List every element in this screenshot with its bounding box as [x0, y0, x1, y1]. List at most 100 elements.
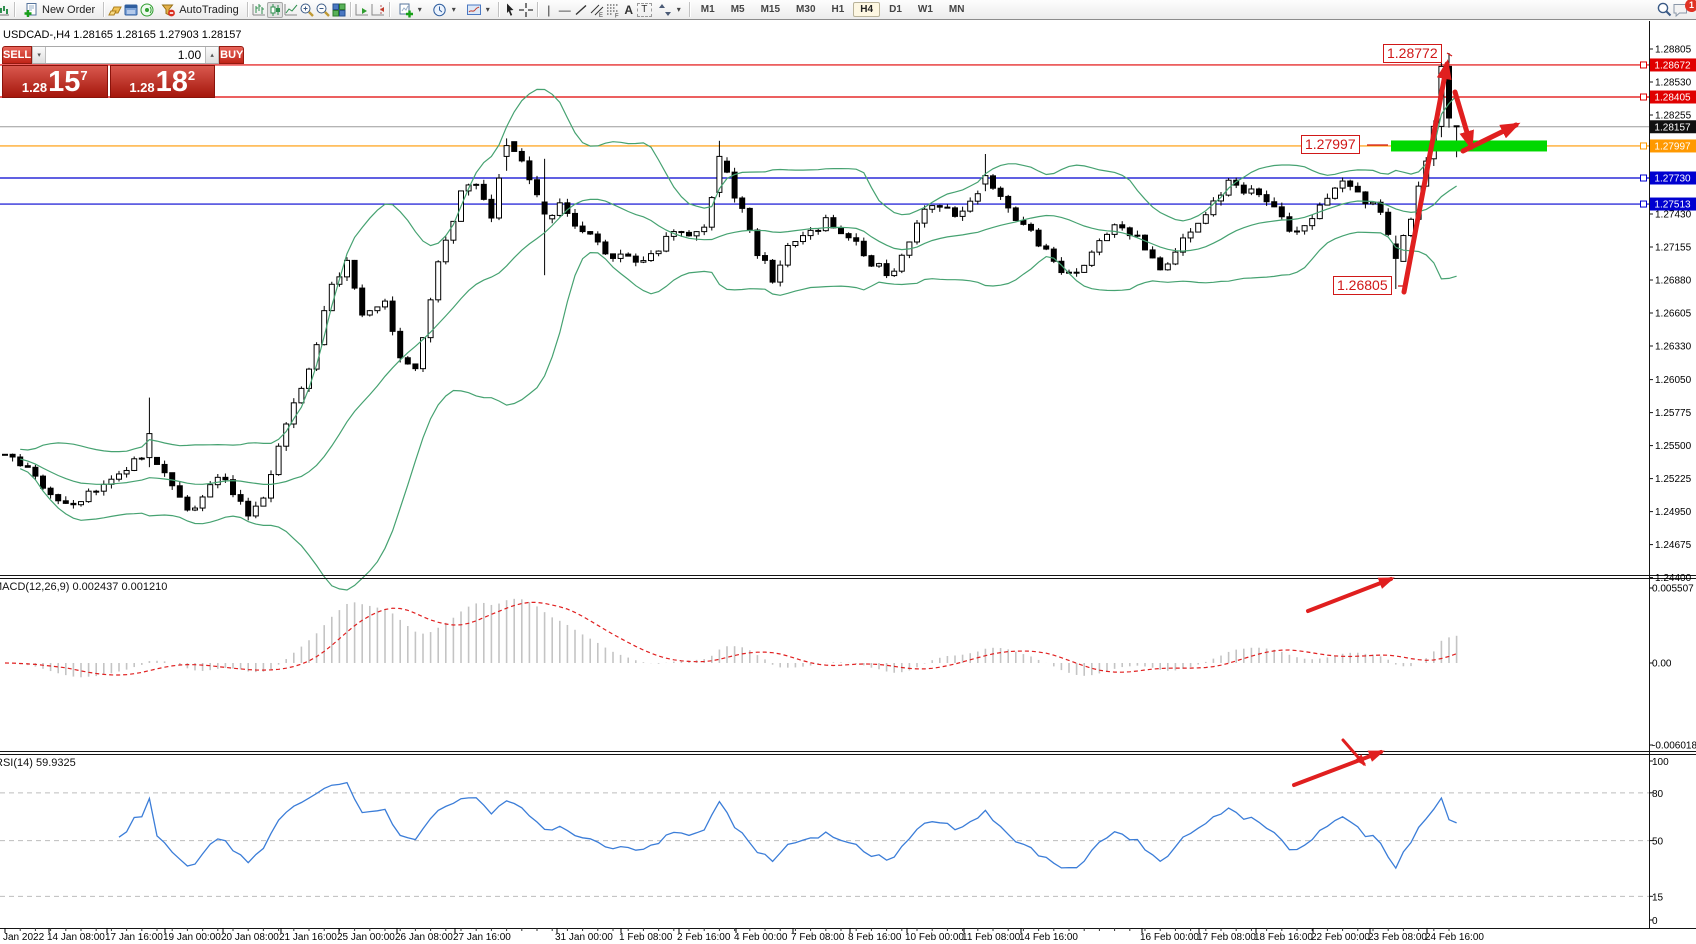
- level-anchor[interactable]: [1641, 143, 1647, 149]
- time-tick-label: 4 Feb 00:00: [734, 932, 788, 943]
- chart-canvas[interactable]: 1.288051.285301.282551.274301.271551.268…: [0, 0, 1696, 944]
- arrows-shape-icon: [657, 2, 673, 18]
- rsi-pane: [0, 783, 1649, 897]
- dropdown-caret-icon: ▾: [677, 5, 681, 14]
- sell-price-big: 15: [48, 70, 80, 95]
- chart-shift-icon[interactable]: [370, 2, 386, 18]
- gold-symbols-icon[interactable]: [107, 2, 123, 18]
- price-tick-label: 1.25775: [1655, 408, 1692, 419]
- time-tick-label: 31 Jan 00:00: [555, 932, 613, 943]
- cursor-icon[interactable]: [502, 2, 518, 18]
- tile-windows-icon[interactable]: [331, 2, 347, 18]
- price-callout-low[interactable]: 1.26805: [1333, 276, 1392, 295]
- price-callout-zone[interactable]: 1.27997: [1301, 135, 1360, 154]
- volume-down-button[interactable]: ▾: [32, 47, 46, 63]
- vertical-line-icon[interactable]: |: [541, 2, 557, 18]
- rsi-label: RSI(14) 59.9325: [0, 757, 76, 769]
- autotrading-icon: [160, 2, 176, 18]
- separator: [103, 2, 104, 17]
- main-toolbar: New Order AutoTrading: [0, 0, 1696, 20]
- zoom-out-icon[interactable]: [315, 2, 331, 18]
- timeframe-m15[interactable]: M15: [754, 2, 787, 17]
- buy-price-box[interactable]: 1.28 18 2: [110, 65, 216, 98]
- svg-text:50: 50: [1652, 837, 1664, 848]
- sell-price-sup: 7: [80, 69, 87, 82]
- timeframe-h1[interactable]: H1: [825, 2, 852, 17]
- shapes-button[interactable]: ▾: [652, 1, 686, 19]
- macd-axis: 0.0055070.00-0.006018: [1649, 584, 1696, 752]
- svg-text:0: 0: [1652, 916, 1658, 927]
- price-tick-label: 1.28805: [1655, 45, 1692, 56]
- new-order-button[interactable]: New Order: [18, 1, 100, 19]
- zoom-in-icon[interactable]: [299, 2, 315, 18]
- crosshair-icon[interactable]: [518, 2, 534, 18]
- time-tick-label: 11 Feb 08:00: [962, 932, 1021, 943]
- channel-icon[interactable]: E: [589, 2, 605, 18]
- level-anchor[interactable]: [1641, 175, 1647, 181]
- horizontal-line-icon[interactable]: —: [557, 2, 573, 18]
- svg-text:0.005507: 0.005507: [1652, 584, 1694, 595]
- level-anchor[interactable]: [1641, 62, 1647, 68]
- time-tick-label: 25 Jan 00:00: [337, 932, 395, 943]
- macd-arrow[interactable]: [1308, 579, 1391, 611]
- time-tick-label: 1 Feb 08:00: [619, 932, 673, 943]
- price-tick-label: 1.28530: [1655, 78, 1692, 89]
- timeframe-m1[interactable]: M1: [694, 2, 722, 17]
- period-button[interactable]: ▾: [427, 1, 461, 19]
- timeframe-w1[interactable]: W1: [911, 2, 940, 17]
- price-tick-label: 1.24950: [1655, 507, 1692, 518]
- search-icon[interactable]: [1656, 2, 1672, 18]
- timeframe-d1[interactable]: D1: [882, 2, 909, 17]
- timeframe-m30[interactable]: M30: [789, 2, 822, 17]
- level-anchor[interactable]: [1641, 94, 1647, 100]
- line-chart-icon[interactable]: [283, 2, 299, 18]
- chart-window-icon[interactable]: [0, 2, 11, 18]
- time-tick-label: 18 Feb 16:00: [1254, 932, 1313, 943]
- time-tick-label: Jan 2022: [3, 932, 45, 943]
- level-anchor[interactable]: [1641, 201, 1647, 207]
- price-callout-high[interactable]: 1.28772: [1383, 44, 1442, 63]
- fibonacci-icon[interactable]: F: [605, 2, 621, 18]
- separator: [247, 2, 248, 17]
- chart-ohlc-header: USDCAD-,H4 1.28165 1.28165 1.27903 1.281…: [3, 29, 242, 41]
- pullback-arrow[interactable]: [1455, 92, 1471, 146]
- autotrading-label: AutoTrading: [179, 4, 239, 16]
- new-chart-icon: [398, 2, 414, 18]
- autotrading-button[interactable]: AutoTrading: [155, 1, 244, 19]
- price-tick-label: 1.26330: [1655, 342, 1692, 353]
- rsi-value: 59.9325: [36, 757, 76, 769]
- svg-text:F: F: [615, 13, 619, 18]
- timeframe-mn[interactable]: MN: [942, 2, 972, 17]
- new-chart-button[interactable]: ▾: [393, 1, 427, 19]
- rsi-line: [119, 783, 1457, 869]
- volume-up-button[interactable]: ▴: [205, 47, 219, 63]
- time-tick-label: 23 Feb 08:00: [1368, 932, 1427, 943]
- market-depth-icon[interactable]: [123, 2, 139, 18]
- volume-input[interactable]: [46, 47, 205, 63]
- candlestick-chart-icon[interactable]: [267, 2, 283, 18]
- trendline-icon[interactable]: [573, 2, 589, 18]
- rsi-arrow-up[interactable]: [1294, 752, 1381, 785]
- signal-icon[interactable]: [139, 2, 155, 18]
- text-tool-icon[interactable]: A: [621, 2, 637, 18]
- bar-chart-icon[interactable]: [251, 2, 267, 18]
- timeframe-m5[interactable]: M5: [724, 2, 752, 17]
- auto-scroll-icon[interactable]: [354, 2, 370, 18]
- sell-price-box[interactable]: 1.28 15 7: [2, 65, 108, 98]
- rsi-name: RSI(14): [0, 757, 33, 769]
- time-tick-label: 8 Feb 16:00: [848, 932, 902, 943]
- template-button[interactable]: ▾: [461, 1, 495, 19]
- rsi-axis: 1008050150: [1649, 757, 1669, 927]
- dropdown-caret-icon: ▾: [418, 5, 422, 14]
- notifications-button[interactable]: 1: [1672, 1, 1694, 19]
- price-tick-label: 1.27430: [1655, 210, 1692, 221]
- svg-text:15: 15: [1652, 892, 1664, 903]
- sell-button[interactable]: SELL: [2, 46, 32, 64]
- label-tool-icon[interactable]: T: [637, 3, 652, 17]
- price-badge-label: 1.28157: [1654, 122, 1691, 133]
- new-order-icon: [23, 2, 39, 18]
- price-tick-label: 1.26880: [1655, 276, 1692, 287]
- timeframe-h4[interactable]: H4: [853, 2, 880, 17]
- buy-button[interactable]: BUY: [219, 46, 244, 64]
- price-axis: 1.288051.285301.282551.274301.271551.268…: [1649, 45, 1696, 585]
